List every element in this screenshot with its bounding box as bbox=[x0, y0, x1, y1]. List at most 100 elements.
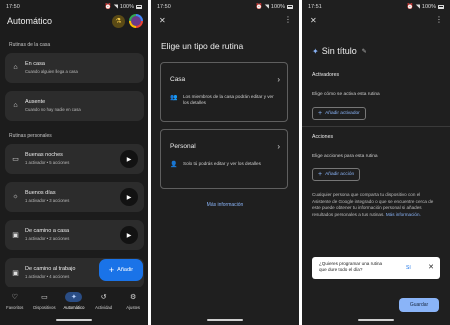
routine-subtitle: 1 activador • 5 acciones bbox=[25, 160, 70, 165]
flask-icon[interactable]: ⚗ bbox=[112, 14, 125, 28]
status-bar: 17:50 ⏰ ◥ 100% bbox=[0, 0, 148, 14]
more-options-icon[interactable]: ⋮ bbox=[435, 15, 443, 24]
wifi-icon: ◥ bbox=[264, 4, 269, 10]
routine-name-text: Sin título bbox=[321, 46, 357, 56]
plus-icon: + bbox=[108, 264, 115, 275]
more-options-icon[interactable]: ⋮ bbox=[284, 15, 292, 24]
option-title: Personal bbox=[170, 143, 196, 150]
routine-title: Ausente bbox=[25, 99, 46, 105]
gesture-bar bbox=[207, 319, 243, 321]
wifi-icon: ◥ bbox=[113, 4, 118, 10]
triggers-heading: Activadores bbox=[312, 72, 340, 78]
routine-card-en-casa[interactable]: ⌂ En casa Cuando alguien llega a casa bbox=[5, 53, 144, 83]
home-routines-heading: Rutinas de la casa bbox=[9, 42, 51, 48]
add-routine-label: Añadir bbox=[117, 267, 134, 273]
automatic-routines-screen: 17:50 ⏰ ◥ 100% Automático ⚗ Rutinas de l… bbox=[0, 0, 148, 325]
nav-dispositivos[interactable]: ▭ Dispositivos bbox=[30, 287, 58, 325]
pencil-icon[interactable]: ✎ bbox=[362, 48, 367, 55]
actions-description: Elige acciones para esta rutina bbox=[312, 154, 378, 159]
routine-subtitle: Cuando no hay nadie en casa bbox=[25, 107, 81, 112]
battery-icon bbox=[287, 5, 293, 9]
add-routine-button[interactable]: + Añadir bbox=[99, 259, 143, 281]
routine-type-casa[interactable]: Casa › 👥 Los miembros de la casa podrán … bbox=[160, 62, 288, 122]
battery-percent: 100% bbox=[421, 4, 436, 10]
battery-percent: 100% bbox=[270, 4, 285, 10]
routine-title: De camino al trabajo bbox=[25, 266, 76, 272]
routine-card-buenas-noches[interactable]: ▭ Buenas noches 1 activador • 5 acciones… bbox=[5, 144, 144, 174]
group-icon: 👥 bbox=[170, 95, 178, 101]
nav-actividad[interactable]: ↺ Actividad bbox=[90, 287, 118, 325]
snackbar-yes-button[interactable]: Sí bbox=[406, 265, 411, 271]
avatar[interactable] bbox=[129, 14, 143, 28]
car-icon: ▣ bbox=[12, 270, 19, 277]
plus-icon: + bbox=[318, 171, 323, 178]
home-icon: ⌂ bbox=[13, 64, 18, 71]
status-time: 17:50 bbox=[157, 4, 171, 10]
choose-routine-type-screen: 17:50 ⏰ ◥ 100% ✕ ⋮ Elige un tipo de ruti… bbox=[151, 0, 299, 325]
bed-icon: ▭ bbox=[12, 156, 19, 163]
routine-subtitle: Cuando alguien llega a casa bbox=[25, 69, 78, 74]
routine-name[interactable]: ✦ Sin título ✎ bbox=[312, 46, 367, 56]
plus-icon: + bbox=[318, 110, 323, 117]
personal-routines-heading: Rutinas personales bbox=[9, 133, 52, 139]
privacy-notice: Cualquier persona que comparta tu dispos… bbox=[312, 192, 434, 217]
nav-favoritos[interactable]: ♡ Favoritos bbox=[1, 287, 29, 325]
wifi-icon: ◥ bbox=[415, 4, 420, 10]
routine-subtitle: 1 activador • 4 acciones bbox=[25, 274, 70, 279]
routine-subtitle: 1 activador • 2 acciones bbox=[25, 236, 70, 241]
save-button[interactable]: Guardar bbox=[399, 298, 439, 312]
battery-percent: 100% bbox=[119, 4, 134, 10]
car-icon: ▣ bbox=[12, 232, 19, 239]
alarm-icon: ⏰ bbox=[406, 4, 414, 10]
actions-heading: Acciones bbox=[312, 134, 334, 140]
schedule-snackbar: ¿Quieres programar una rutina que dure t… bbox=[312, 257, 440, 279]
option-description: Los miembros de la casa podrán editar y … bbox=[183, 94, 274, 105]
routine-title: Buenas noches bbox=[25, 152, 63, 158]
play-routine-button[interactable]: ▶ bbox=[120, 150, 138, 168]
new-routine-editor-screen: 17:51 ⏰ ◥ 100% ✕ ⋮ ✦ Sin título ✎ Activa… bbox=[302, 0, 450, 325]
sparkle-icon: ✦ bbox=[65, 292, 83, 302]
person-icon: 👤 bbox=[170, 162, 178, 168]
status-bar: 17:51 ⏰ ◥ 100% bbox=[302, 0, 450, 14]
snackbar-text: ¿Quieres programar una rutina que dure t… bbox=[319, 261, 383, 272]
add-action-button[interactable]: + Añadir acción bbox=[312, 168, 361, 181]
gesture-bar bbox=[56, 319, 92, 321]
routine-card-ausente[interactable]: ⌂ Ausente Cuando no hay nadie en casa bbox=[5, 91, 144, 121]
gear-icon: ⚙ bbox=[130, 294, 137, 301]
close-icon[interactable]: ✕ bbox=[310, 16, 317, 25]
routine-title: En casa bbox=[25, 61, 45, 67]
more-info-link[interactable]: Más información. bbox=[386, 212, 421, 217]
history-icon: ↺ bbox=[100, 294, 107, 301]
chevron-right-icon: › bbox=[277, 142, 280, 151]
page-title: Elige un tipo de rutina bbox=[161, 41, 244, 51]
chevron-right-icon: › bbox=[277, 75, 280, 84]
close-icon[interactable]: ✕ bbox=[159, 16, 166, 25]
routine-type-personal[interactable]: Personal › 👤 Solo tú podrás editar y ver… bbox=[160, 129, 288, 189]
sparkle-icon: ✦ bbox=[312, 46, 319, 56]
sun-icon: ☼ bbox=[12, 193, 19, 200]
close-icon[interactable]: ✕ bbox=[428, 263, 434, 271]
status-time: 17:50 bbox=[6, 4, 20, 10]
alarm-icon: ⏰ bbox=[255, 4, 263, 10]
divider bbox=[302, 126, 450, 127]
routine-title: De camino a casa bbox=[25, 228, 70, 234]
more-info-link[interactable]: Más información bbox=[151, 202, 299, 208]
screenshots-container: 17:50 ⏰ ◥ 100% Automático ⚗ Rutinas de l… bbox=[0, 0, 450, 325]
routine-card-buenos-dias[interactable]: ☼ Buenos días 1 activador • 3 acciones ▶ bbox=[5, 182, 144, 212]
nav-ajustes[interactable]: ⚙ Ajustes bbox=[119, 287, 147, 325]
add-trigger-button[interactable]: + Añadir activador bbox=[312, 107, 366, 120]
gesture-bar bbox=[358, 319, 394, 321]
play-routine-button[interactable]: ▶ bbox=[120, 188, 138, 206]
home-away-icon: ⌂ bbox=[13, 102, 18, 109]
routine-title: Buenos días bbox=[25, 190, 56, 196]
play-routine-button[interactable]: ▶ bbox=[120, 226, 138, 244]
triggers-description: Elige cómo se activa esta rutina bbox=[312, 92, 380, 97]
heart-icon: ♡ bbox=[11, 294, 18, 301]
option-description: Solo tú podrás editar y ver los detalles bbox=[183, 161, 261, 166]
routine-card-de-camino-a-casa[interactable]: ▣ De camino a casa 1 activador • 2 accio… bbox=[5, 220, 144, 250]
battery-icon bbox=[136, 5, 142, 9]
routine-subtitle: 1 activador • 3 acciones bbox=[25, 198, 70, 203]
status-bar: 17:50 ⏰ ◥ 100% bbox=[151, 0, 299, 14]
alarm-icon: ⏰ bbox=[104, 4, 112, 10]
option-title: Casa bbox=[170, 76, 186, 83]
